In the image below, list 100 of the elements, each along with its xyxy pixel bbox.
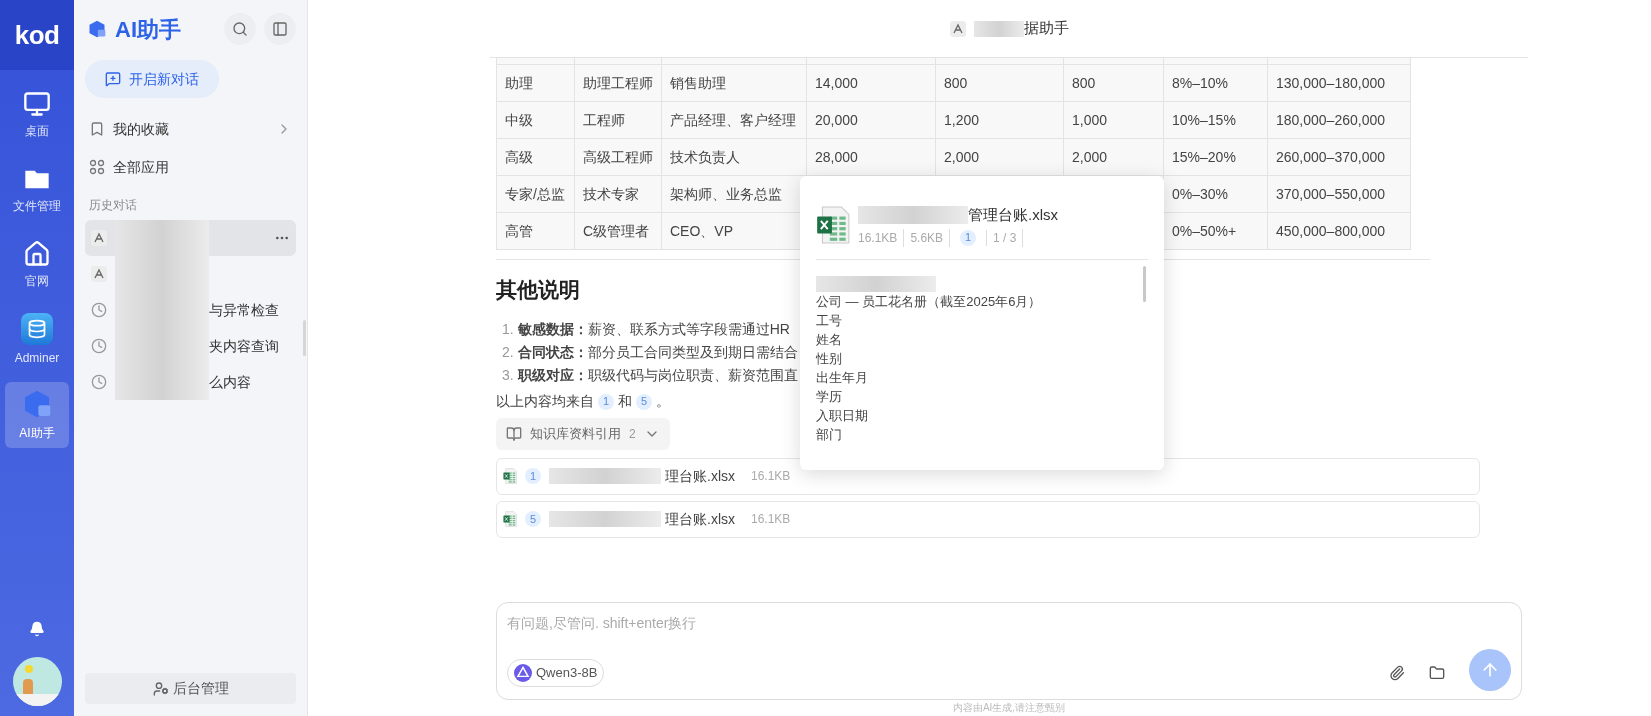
table-cell: 专家/总监 xyxy=(497,176,575,213)
note-text: 敏感数据：薪资、联系方式等字段需通过HR xyxy=(517,320,790,339)
list-number: 2. xyxy=(502,343,514,362)
reference-badge[interactable]: 1 xyxy=(960,229,977,246)
source-text: 和 xyxy=(618,392,632,411)
spreadsheet-icon xyxy=(503,511,517,527)
database-icon xyxy=(21,313,53,345)
note-text: 合同状态：部分员工合同类型及到期日需结合 xyxy=(517,343,798,362)
bell-icon[interactable] xyxy=(29,621,45,637)
preview-line: 姓名 xyxy=(816,330,843,349)
search-button[interactable] xyxy=(224,13,256,45)
chat-history-icon xyxy=(91,338,107,354)
table-cell: 2,000 xyxy=(1064,139,1164,176)
reference-badge[interactable]: 1 xyxy=(525,468,541,484)
sidebar-link[interactable]: 我的收藏 xyxy=(85,110,296,148)
table-cell: 0%–30% xyxy=(1164,176,1268,213)
file-size: 16.1KB xyxy=(751,511,791,528)
table-cell: 8%–10% xyxy=(1164,65,1268,102)
preview-line: 出生年月 xyxy=(816,368,869,387)
table-cell: 助理工程师 xyxy=(575,65,662,102)
table-cell: 15%–20% xyxy=(1164,139,1268,176)
rail-item[interactable]: 文件管理 xyxy=(5,157,69,223)
reference-badge[interactable]: 5 xyxy=(636,393,652,410)
assistant-icon xyxy=(91,266,107,282)
table-cell: 助理 xyxy=(497,65,575,102)
table-cell: 技术负责人 xyxy=(662,139,807,176)
assistant-icon xyxy=(91,230,107,246)
history-title: 与异常检查 xyxy=(209,300,279,320)
book-icon xyxy=(506,425,522,442)
table-cell: 260,000–370,000 xyxy=(1268,139,1411,176)
reference-badge[interactable]: 5 xyxy=(525,511,541,527)
chat-history-icon xyxy=(91,302,107,318)
table-cell: 10%–15% xyxy=(1164,102,1268,139)
message-input[interactable]: 有问题,尽管问. shift+enter换行 xyxy=(507,613,1511,634)
attach-icon[interactable] xyxy=(1389,665,1405,681)
table-cell: 销售助理 xyxy=(662,65,807,102)
table-cell: 高级 xyxy=(497,139,575,176)
table-cell: 370,000–550,000 xyxy=(1268,176,1411,213)
new-chat-icon xyxy=(105,71,121,87)
file-size: 16.1KB xyxy=(858,228,905,247)
preview-line: 部门 xyxy=(816,425,843,444)
rail-item[interactable]: 官网 xyxy=(5,232,69,298)
spreadsheet-icon xyxy=(503,468,517,484)
assistant-icon xyxy=(949,20,966,37)
search-icon xyxy=(232,21,248,37)
logo: kod xyxy=(14,18,60,52)
table-cell: 20,000 xyxy=(807,102,936,139)
table-cell: 高管 xyxy=(497,213,575,250)
preview-line: 性别 xyxy=(816,349,843,368)
history-title: 夹内容查询 xyxy=(209,336,279,356)
panel-icon xyxy=(272,21,288,37)
table-cell: 180,000–260,000 xyxy=(1268,102,1411,139)
section-heading: 历史对话 xyxy=(88,197,138,214)
chat-title: 据助手 xyxy=(1023,18,1069,39)
table-cell: 800 xyxy=(936,65,1064,102)
file-name: 理台账.xlsx xyxy=(665,466,735,486)
chat-history-icon xyxy=(91,374,107,390)
rail-item[interactable]: Adminer xyxy=(5,307,69,373)
model-icon xyxy=(514,664,532,682)
table-cell: 14,000 xyxy=(807,65,936,102)
rail-item[interactable]: 桌面 xyxy=(5,82,69,148)
sidebar-title: AI助手 xyxy=(115,15,181,44)
spreadsheet-icon xyxy=(816,206,850,245)
avatar[interactable] xyxy=(12,657,62,706)
preview-line: 入职日期 xyxy=(816,406,869,425)
admin-button[interactable]: 后台管理 xyxy=(85,673,296,704)
sidebar-link[interactable]: 全部应用 xyxy=(85,148,296,186)
table-cell: 中级 xyxy=(497,102,575,139)
new-chat-button[interactable]: 开启新对话 xyxy=(85,60,219,98)
preview-line: 学历 xyxy=(816,387,843,406)
table-cell: 1,200 xyxy=(936,102,1064,139)
section-heading: 其他说明 xyxy=(496,277,580,303)
table-cell: 0%–50%+ xyxy=(1164,213,1268,250)
file-card[interactable]: 5 理台账.xlsx 16.1KB xyxy=(496,500,1480,538)
table-cell: 2,000 xyxy=(936,139,1064,176)
blurred-area xyxy=(973,20,1024,37)
page-indicator: 1 / 3 xyxy=(993,228,1024,247)
sidebar-toggle-button[interactable] xyxy=(264,13,296,45)
preview-line: 工号 xyxy=(816,311,843,330)
folder-icon[interactable] xyxy=(1429,665,1445,681)
file-size: 16.1KB xyxy=(751,468,791,485)
table-cell: 产品经理、客户经理 xyxy=(662,102,807,139)
list-number: 1. xyxy=(502,320,514,339)
bookmark-icon xyxy=(89,121,105,137)
user-settings-icon xyxy=(152,680,169,697)
apps-icon xyxy=(89,159,105,175)
table-cell: 450,000–800,000 xyxy=(1268,213,1411,250)
table-cell: 28,000 xyxy=(807,139,936,176)
history-title: 么内容 xyxy=(209,372,251,392)
preview-line: 公司 — 员工花名册（截至2025年6月） xyxy=(816,292,1042,311)
note-text: 职级对应：职级代码与岗位职责、薪资范围直 xyxy=(517,366,798,385)
rail-item[interactable]: AI助手 xyxy=(5,382,69,448)
scrollbar[interactable] xyxy=(1143,265,1146,302)
reference-badge[interactable]: 1 xyxy=(598,393,614,410)
list-number: 3. xyxy=(502,366,514,385)
knowledge-reference-toggle[interactable]: 知识库资料引用 2 xyxy=(496,417,670,450)
file-name: 理台账.xlsx xyxy=(665,509,735,529)
ai-logo-icon xyxy=(87,19,107,39)
file-name: 管理台账.xlsx xyxy=(968,205,1058,225)
message-composer[interactable]: 有问题,尽管问. shift+enter换行 Qwen3-8B xyxy=(496,602,1522,700)
